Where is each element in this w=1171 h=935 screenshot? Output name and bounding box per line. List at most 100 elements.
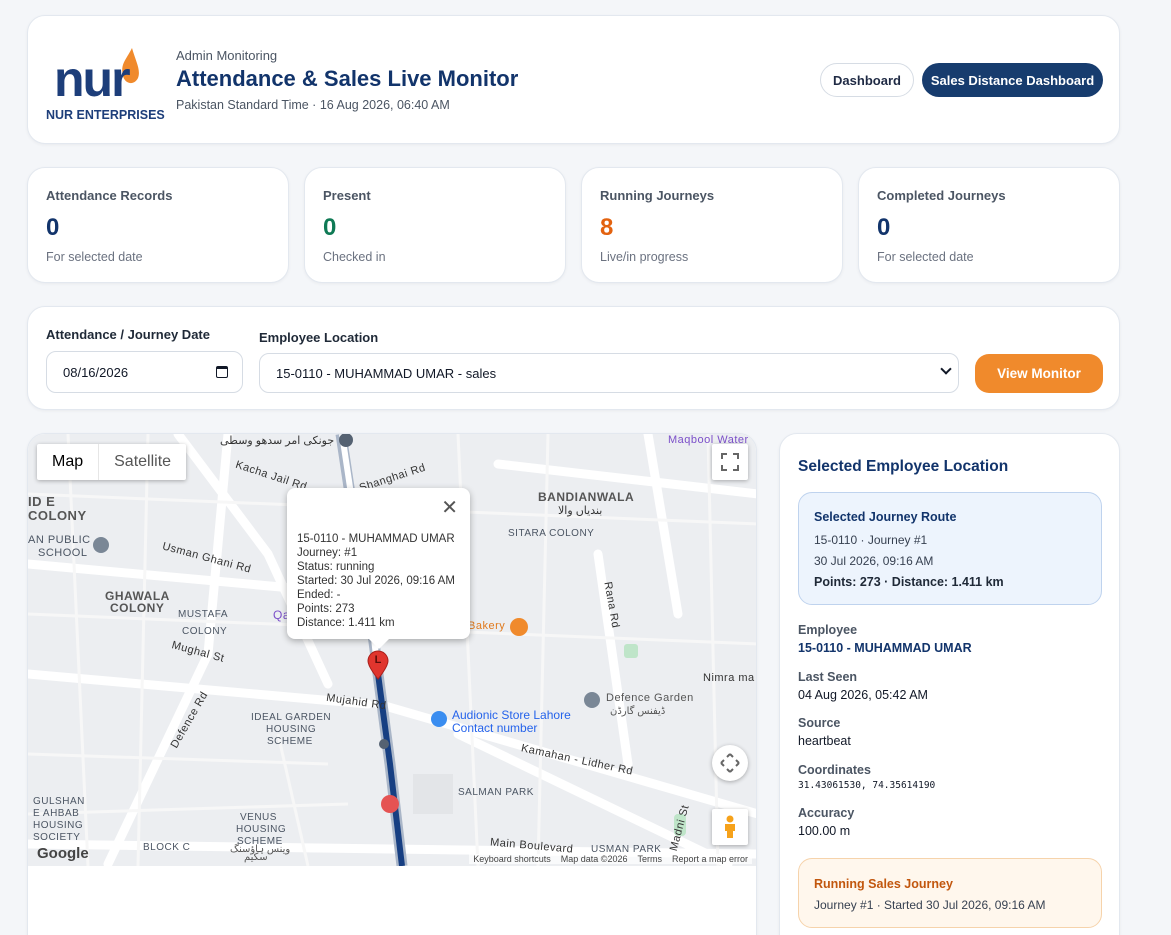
stat-value: 0 <box>877 214 891 241</box>
map-label: E AHBAB <box>33 808 80 819</box>
source-value: heartbeat <box>798 734 851 748</box>
map-card: Maqbool Water جونکی امر سدھو وسطی Kacha … <box>27 433 757 935</box>
map-label: GULSHAN <box>33 796 85 807</box>
map-label: Audionic Store Lahore <box>452 708 571 722</box>
map-label: COLONY <box>110 601 165 615</box>
fullscreen-button[interactable] <box>712 444 748 480</box>
coordinates-value: 31.43061530, 74.35614190 <box>798 780 936 791</box>
stat-note: For selected date <box>877 250 974 264</box>
map-attribution: Keyboard shortcuts Map data ©2026 Terms … <box>469 854 752 864</box>
map-marker-pin[interactable]: L <box>367 650 389 680</box>
dashboard-button[interactable]: Dashboard <box>820 63 914 97</box>
map-label: ID E <box>28 494 56 509</box>
map-label: COLONY <box>28 508 87 523</box>
map-label: BLOCK C <box>143 842 191 853</box>
map-label: SITARA COLONY <box>508 528 595 539</box>
map-label: ڈیفنس گارڈن <box>610 706 666 717</box>
popup-line: Points: 273 <box>297 603 355 615</box>
camera-control-button[interactable] <box>712 745 748 781</box>
running-journey-box: Running Sales Journey Journey #1 · Start… <box>798 858 1102 928</box>
stat-card-present: Present 0 Checked in <box>304 167 566 283</box>
map-label: HOUSING <box>33 820 84 831</box>
calendar-icon[interactable] <box>216 366 228 378</box>
stat-label: Running Journeys <box>600 188 715 203</box>
keyboard-shortcuts-link[interactable]: Keyboard shortcuts <box>473 854 551 864</box>
google-logo: Google <box>37 845 89 862</box>
map-label: HOUSING <box>236 824 287 835</box>
report-map-error-link[interactable]: Report a map error <box>672 854 748 864</box>
sales-distance-dashboard-button[interactable]: Sales Distance Dashboard <box>922 63 1103 97</box>
popup-title: 15-0110 - MUHAMMAD UMAR <box>297 533 455 545</box>
close-icon[interactable]: ✕ <box>441 498 458 518</box>
svg-text:nur: nur <box>54 51 130 107</box>
map-label: SCHEME <box>267 736 313 747</box>
stat-value: 0 <box>46 214 60 241</box>
coordinates-label: Coordinates <box>798 763 871 777</box>
popup-line: Started: 30 Jul 2026, 09:16 AM <box>297 575 455 587</box>
map-label: Bakery <box>468 620 506 632</box>
page-title: Attendance & Sales Live Monitor <box>176 66 519 91</box>
filters-card: Attendance / Journey Date 08/16/2026 Emp… <box>27 306 1120 410</box>
map-label: سکیم <box>244 852 268 863</box>
stat-value: 8 <box>600 214 614 241</box>
map-label: جونکی امر سدھو وسطی <box>220 435 335 447</box>
map-label: VENUS <box>240 812 277 823</box>
last-seen-label: Last Seen <box>798 670 858 684</box>
journey-route-box: Selected Journey Route 15-0110 · Journey… <box>798 492 1102 605</box>
map-label: SOCIETY <box>33 832 81 843</box>
route-start-time: 30 Jul 2026, 09:16 AM <box>814 554 934 568</box>
map-label: Contact number <box>452 721 538 735</box>
date-input[interactable]: 08/16/2026 <box>46 351 243 393</box>
selected-employee-panel: Selected Employee Location Selected Jour… <box>779 433 1120 935</box>
stat-card-running-journeys: Running Journeys 8 Live/in progress <box>581 167 843 283</box>
chevron-down-icon <box>940 363 952 375</box>
route-journey-id: 15-0110 · Journey #1 <box>814 533 928 547</box>
accuracy-label: Accuracy <box>798 806 855 820</box>
employee-selected-value: 15-0110 - MUHAMMAD UMAR - sales <box>276 365 497 381</box>
stat-label: Completed Journeys <box>877 188 1006 203</box>
map-label: SALMAN PARK <box>458 787 534 798</box>
panel-title: Selected Employee Location <box>798 458 1009 475</box>
map-label: IDEAL GARDEN <box>251 712 332 723</box>
stat-label: Present <box>323 188 371 203</box>
route-points-distance: Points: 273 · Distance: 1.411 km <box>814 575 1004 589</box>
map-label: MUSTAFA <box>178 609 228 620</box>
route-title: Selected Journey Route <box>814 510 957 524</box>
map-type-satellite-button[interactable]: Satellite <box>99 444 186 480</box>
running-journey-detail: Journey #1 · Started 30 Jul 2026, 09:16 … <box>814 898 1046 912</box>
street-view-pegman-button[interactable] <box>712 809 748 845</box>
stat-note: For selected date <box>46 250 143 264</box>
map-canvas[interactable]: Maqbool Water جونکی امر سدھو وسطی Kacha … <box>28 434 756 866</box>
stat-value: 0 <box>323 214 337 241</box>
employee-label: Employee <box>798 623 858 637</box>
view-monitor-button[interactable]: View Monitor <box>975 354 1103 393</box>
date-value: 08/16/2026 <box>63 364 129 380</box>
pan-arrows-icon <box>720 753 740 773</box>
fullscreen-icon <box>721 453 739 471</box>
map-label: Defence Garden <box>606 692 694 704</box>
employee-location-label: Employee Location <box>259 330 379 345</box>
pegman-icon <box>725 815 735 838</box>
popup-line: Status: running <box>297 561 375 573</box>
stat-card-completed-journeys: Completed Journeys 0 For selected date <box>858 167 1120 283</box>
stat-note: Checked in <box>323 250 386 264</box>
accuracy-value: 100.00 m <box>798 824 851 838</box>
logo-subtext: NUR ENTERPRISES <box>46 108 165 122</box>
employee-value: 15-0110 - MUHAMMAD UMAR <box>798 641 972 655</box>
date-label: Attendance / Journey Date <box>46 327 210 342</box>
map-type-map-button[interactable]: Map <box>37 444 100 480</box>
stat-card-attendance: Attendance Records 0 For selected date <box>27 167 289 283</box>
source-label: Source <box>798 716 841 730</box>
header-card: nur NUR ENTERPRISES Admin Monitoring Att… <box>27 15 1120 144</box>
running-journey-title: Running Sales Journey <box>814 877 953 891</box>
nur-enterprises-logo: nur NUR ENTERPRISES <box>46 46 165 128</box>
map-label: SCHOOL <box>38 547 88 559</box>
terms-link[interactable]: Terms <box>637 854 662 864</box>
map-type-control: Map Satellite <box>37 444 187 480</box>
header-subtitle: Admin Monitoring <box>176 48 278 63</box>
map-label: BANDIANWALA <box>538 490 635 504</box>
marker-label: L <box>374 654 382 666</box>
employee-select[interactable]: 15-0110 - MUHAMMAD UMAR - sales <box>259 353 959 393</box>
header-timestamp: Pakistan Standard Time · 16 Aug 2026, 06… <box>176 98 450 112</box>
map-label: HOUSING <box>266 724 317 735</box>
